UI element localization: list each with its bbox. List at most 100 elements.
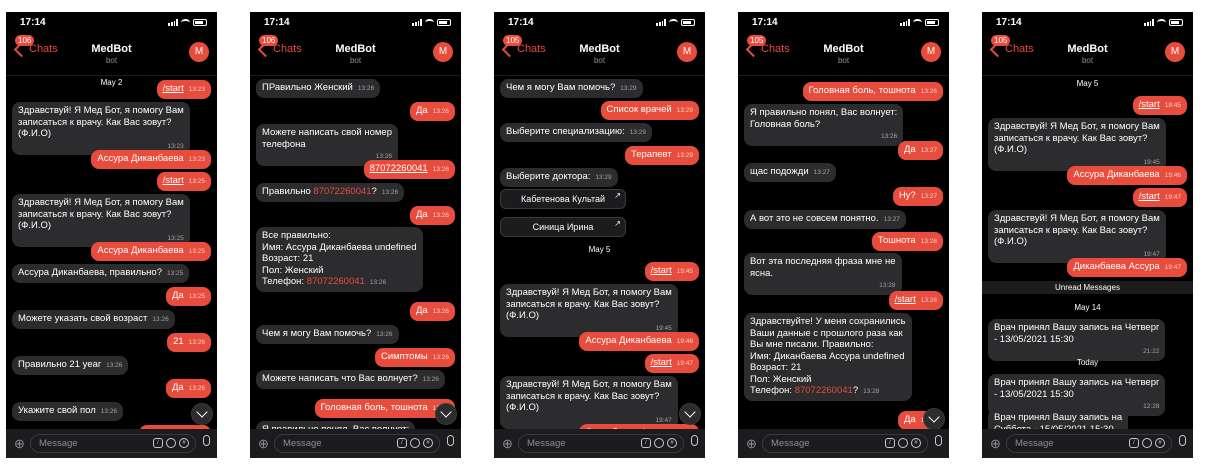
- message-text: Правильно: [262, 186, 314, 197]
- message-list[interactable]: May 2/start 13:23 Здравствуй! Я Мед Бот, я…: [6, 77, 217, 429]
- message-time: 13:26: [106, 362, 123, 369]
- message-text: Выберите доктора:: [506, 171, 591, 182]
- inline-keyboard-button[interactable]: Кабетенова Культай ↗: [500, 189, 626, 209]
- message-input[interactable]: Message / #: [1006, 434, 1172, 453]
- message-time: 19:45: [676, 268, 693, 275]
- message-time: 13:23: [167, 142, 184, 150]
- outgoing-message: 87072260041 13:26: [363, 160, 455, 179]
- scroll-down-button[interactable]: [435, 403, 457, 425]
- input-icons: / #: [641, 438, 677, 448]
- keyboard-icon[interactable]: #: [667, 438, 677, 448]
- message-text: щас подожди: [750, 166, 809, 177]
- message-time: 13:28: [920, 238, 937, 245]
- message-input[interactable]: Message / #: [30, 434, 196, 453]
- outgoing-message: /start 19:45: [1132, 96, 1187, 115]
- microphone-icon[interactable]: [1179, 435, 1186, 446]
- status-icons: [168, 19, 207, 26]
- message-text: Чем я могу Вам помочь?: [262, 328, 372, 339]
- message-placeholder: Message: [39, 438, 78, 449]
- paperclip-icon[interactable]: ⊕: [990, 436, 1001, 452]
- paperclip-icon[interactable]: ⊕: [14, 436, 25, 452]
- chat-subtitle: bot: [1081, 56, 1094, 65]
- phone-screen: 17:14 105 Chats MedBot bot M Чем я могу Вам по…: [494, 12, 705, 458]
- message-time: 13:26: [188, 339, 205, 346]
- message-text: Головная боль, тошнота: [808, 85, 916, 96]
- message-text: Чем я могу Вам помочь?: [506, 82, 616, 93]
- command-icon[interactable]: /: [397, 438, 407, 448]
- message-line: Имя: Ассура Диканбаева undefined: [262, 241, 417, 253]
- microphone-icon[interactable]: [447, 435, 454, 446]
- battery-icon: [681, 19, 695, 26]
- incoming-message: Чем я могу Вам помочь? 13:26: [256, 325, 399, 344]
- keyboard-icon[interactable]: #: [1155, 438, 1165, 448]
- microphone-icon[interactable]: [935, 435, 942, 446]
- message-list[interactable]: Чем я могу Вам помочь? 13:29 Список врачей…: [494, 77, 705, 429]
- command-icon[interactable]: /: [1129, 438, 1139, 448]
- message-list[interactable]: May 5/start 19:45 Здравствуй! Я Мед Бот, я…: [982, 77, 1193, 429]
- message-line: Возраст: 21: [262, 253, 314, 264]
- message-text: Тошнота: [877, 235, 916, 246]
- message-time: 13:26: [881, 133, 898, 140]
- avatar[interactable]: M: [433, 42, 453, 62]
- message-line: Здравствуй! Я Мед Бот, я помогу Вам: [506, 379, 672, 390]
- date-label: May 14: [1074, 303, 1101, 312]
- message-time: 19:47: [1164, 264, 1181, 271]
- unread-messages-divider: Unread Messages: [982, 281, 1193, 294]
- command-icon[interactable]: /: [153, 438, 163, 448]
- sticker-icon[interactable]: [410, 438, 420, 448]
- paperclip-icon[interactable]: ⊕: [502, 436, 513, 452]
- message-text: Ассура Диканбаева, правильно?: [18, 267, 162, 278]
- message-time: 13:27: [883, 216, 900, 223]
- sticker-icon[interactable]: [654, 438, 664, 448]
- keyboard-icon[interactable]: #: [911, 438, 921, 448]
- message-time-row: 13:26: [750, 130, 897, 143]
- message-input[interactable]: Message / #: [518, 434, 684, 453]
- message-time: 13:29: [676, 152, 693, 159]
- sticker-icon[interactable]: [166, 438, 176, 448]
- incoming-message: Здравствуй! Я Мед Бот, я помогу Вам запис…: [500, 284, 678, 337]
- paperclip-icon[interactable]: ⊕: [746, 436, 757, 452]
- message-time: 13:26: [432, 108, 449, 115]
- keyboard-icon[interactable]: #: [423, 438, 433, 448]
- message-time: 13:25: [188, 178, 205, 185]
- message-input[interactable]: Message / #: [762, 434, 928, 453]
- scroll-down-button[interactable]: [679, 403, 701, 425]
- message-list[interactable]: Головная боль, тошнота 13:26 Я правильно п…: [738, 77, 949, 429]
- outgoing-message: Тошнота 13:28: [871, 232, 943, 251]
- message-line: записаться к врачу. Как Вас зовут?: [506, 390, 660, 402]
- avatar[interactable]: M: [1165, 42, 1185, 62]
- date-label: May 5: [1076, 79, 1099, 88]
- message-line: (Ф.И.О): [506, 310, 540, 321]
- avatar[interactable]: M: [921, 42, 941, 62]
- outgoing-message: 21 13:26: [167, 333, 211, 352]
- message-time: 19:47: [655, 416, 672, 424]
- keyboard-icon[interactable]: #: [179, 438, 189, 448]
- scroll-down-button[interactable]: [923, 408, 945, 429]
- battery-icon: [925, 19, 939, 26]
- sticker-icon[interactable]: [1142, 438, 1152, 448]
- paperclip-icon[interactable]: ⊕: [258, 436, 269, 452]
- line-suffix: ?: [852, 385, 859, 396]
- message-text: Головная боль, тошнота: [320, 402, 428, 413]
- sticker-icon[interactable]: [898, 438, 908, 448]
- avatar[interactable]: M: [677, 42, 697, 62]
- command-icon[interactable]: /: [885, 438, 895, 448]
- message-line: Я правильно понял, Вас волнует:: [750, 107, 898, 118]
- inline-keyboard-button[interactable]: Синица Ирина ↗: [500, 217, 626, 237]
- avatar[interactable]: M: [189, 42, 209, 62]
- message-list[interactable]: ПРавильно Женский 13:26 Да 13:26 Можете напи…: [250, 77, 461, 429]
- outgoing-message: Да 13:26: [410, 102, 455, 121]
- message-input[interactable]: Message / #: [274, 434, 440, 453]
- microphone-icon[interactable]: [691, 435, 698, 446]
- microphone-icon[interactable]: [203, 435, 210, 446]
- command-icon[interactable]: /: [641, 438, 651, 448]
- message-line: записаться к врачу. Как Вас зовут?: [506, 298, 660, 310]
- message-time: 12:28: [1143, 403, 1160, 410]
- input-bar: ⊕ Message / #: [6, 429, 217, 458]
- message-line: Врач принял Вашу запись на: [994, 412, 1123, 423]
- message-time: 13:26: [920, 88, 937, 95]
- message-line: Здравствуй! Я Мед Бот, я помогу Вам: [994, 121, 1160, 132]
- outgoing-message: Да 13:26: [410, 302, 455, 321]
- incoming-message: Здравствуй! Я Мед Бот, я помогу Вам запис…: [500, 376, 678, 429]
- scroll-down-button[interactable]: [191, 403, 213, 425]
